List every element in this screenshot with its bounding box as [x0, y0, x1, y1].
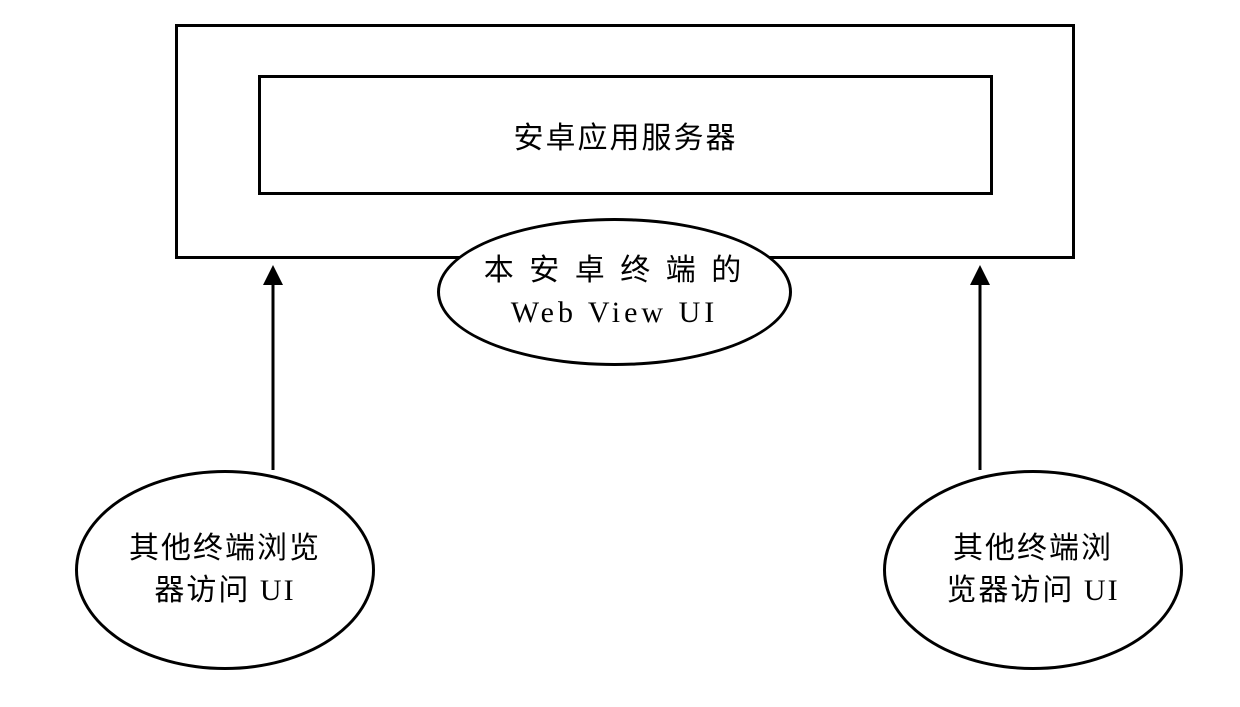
left-line1: 其他终端浏览	[129, 532, 321, 565]
right-line1: 其他终端浏	[953, 532, 1113, 565]
left-arrow-icon	[258, 260, 288, 475]
right-arrow-icon	[965, 260, 995, 475]
left-line2: 器访问 UI	[154, 574, 295, 607]
right-ellipse-text: 其他终端浏 览器访问 UI	[946, 528, 1119, 612]
server-box-label: 安卓应用服务器	[514, 113, 738, 157]
center-line2: Web View UI	[511, 296, 719, 329]
center-ellipse-text: 本 安 卓 终 端 的 Web View UI	[484, 250, 746, 334]
right-browser-ellipse: 其他终端浏 览器访问 UI	[883, 470, 1183, 670]
server-box: 安卓应用服务器	[258, 75, 993, 195]
left-browser-ellipse: 其他终端浏览 器访问 UI	[75, 470, 375, 670]
local-webview-ellipse: 本 安 卓 终 端 的 Web View UI	[437, 218, 792, 366]
left-ellipse-text: 其他终端浏览 器访问 UI	[129, 528, 321, 612]
center-line1: 本 安 卓 终 端 的	[484, 254, 746, 287]
right-line2: 览器访问 UI	[946, 574, 1119, 607]
